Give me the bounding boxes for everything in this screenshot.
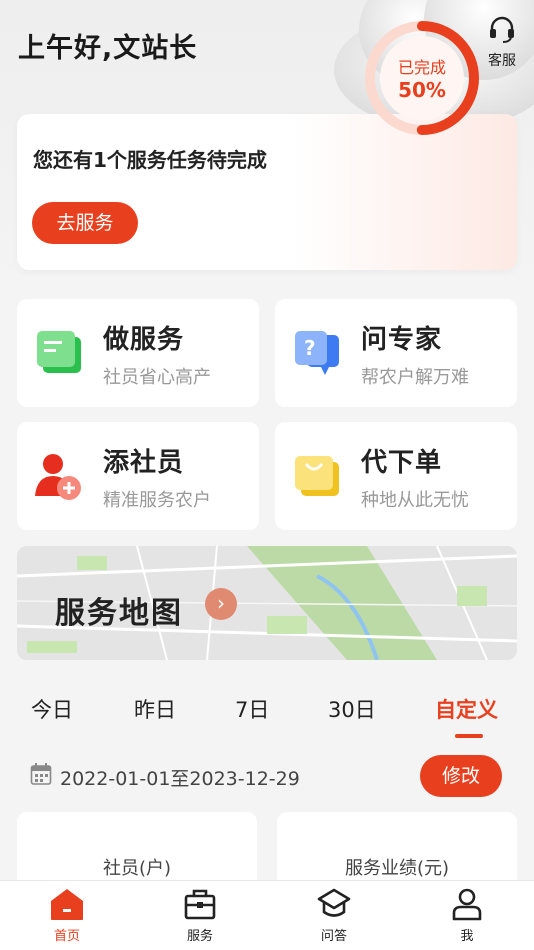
nav-qa[interactable]: 问答 <box>294 887 374 944</box>
chevron-right-icon[interactable]: › <box>205 588 237 620</box>
task-reminder-text: 您还有1个服务任务待完成 <box>33 148 267 172</box>
service-map-banner[interactable]: 服务地图 › <box>17 546 517 660</box>
date-range-text: 2022-01-01至2023-12-29 <box>60 768 300 790</box>
greeting-title: 上午好,文站长 <box>18 33 198 64</box>
place-order-card[interactable]: 代下单 种地从此无忧 <box>275 422 517 530</box>
calendar-icon <box>30 763 52 785</box>
ask-expert-title: 问专家 <box>361 325 443 355</box>
add-member-icon <box>35 454 81 500</box>
ask-expert-card[interactable]: ? 问专家 帮农户解万难 <box>275 299 517 407</box>
place-order-subtitle: 种地从此无忧 <box>361 490 469 511</box>
chat-question-icon: ? <box>295 331 339 375</box>
modify-date-button[interactable]: 修改 <box>420 755 502 797</box>
go-service-button[interactable]: 去服务 <box>32 202 138 244</box>
customer-service-button[interactable]: 客服 <box>480 16 524 70</box>
user-icon <box>452 888 482 921</box>
progress-label: 已完成 <box>397 58 446 77</box>
nav-home-label: 首页 <box>53 929 80 944</box>
add-member-title: 添社员 <box>103 448 185 478</box>
shopping-bag-icon <box>295 456 339 496</box>
home-icon <box>51 889 83 920</box>
tab-custom[interactable]: 自定义 <box>435 694 498 724</box>
do-service-subtitle: 社员省心高产 <box>103 367 211 388</box>
place-order-title: 代下单 <box>361 448 443 478</box>
headset-icon <box>490 16 514 43</box>
tab-yesterday[interactable]: 昨日 <box>134 694 176 724</box>
document-icon <box>37 331 81 373</box>
nav-me-label: 我 <box>460 929 474 944</box>
period-tabs: 今日 昨日 7日 30日 自定义 <box>0 690 534 740</box>
members-stat-label: 社员(户) <box>102 858 172 879</box>
do-service-title: 做服务 <box>103 325 185 355</box>
add-member-subtitle: 精准服务农户 <box>103 490 211 511</box>
nav-me[interactable]: 我 <box>427 887 507 944</box>
tab-today[interactable]: 今日 <box>31 694 73 724</box>
tab-7-days[interactable]: 7日 <box>235 694 269 724</box>
bottom-navigation: 首页 服务 问答 我 <box>0 880 534 950</box>
progress-percent: 50% <box>398 78 446 102</box>
nav-home[interactable]: 首页 <box>27 887 107 944</box>
briefcase-icon <box>184 889 216 920</box>
graduation-cap-icon <box>317 888 351 917</box>
performance-stat-label: 服务业绩(元) <box>344 858 450 879</box>
svg-text:?: ? <box>304 336 316 360</box>
do-service-card[interactable]: 做服务 社员省心高产 <box>17 299 259 407</box>
add-member-card[interactable]: 添社员 精准服务农户 <box>17 422 259 530</box>
active-tab-indicator <box>455 734 483 738</box>
nav-qa-label: 问答 <box>320 929 347 944</box>
customer-service-label: 客服 <box>488 53 516 69</box>
service-map-title: 服务地图 <box>55 596 183 631</box>
nav-service-label: 服务 <box>186 929 213 944</box>
ask-expert-subtitle: 帮农户解万难 <box>361 367 469 388</box>
nav-service[interactable]: 服务 <box>160 887 240 944</box>
tab-30-days[interactable]: 30日 <box>328 694 376 724</box>
